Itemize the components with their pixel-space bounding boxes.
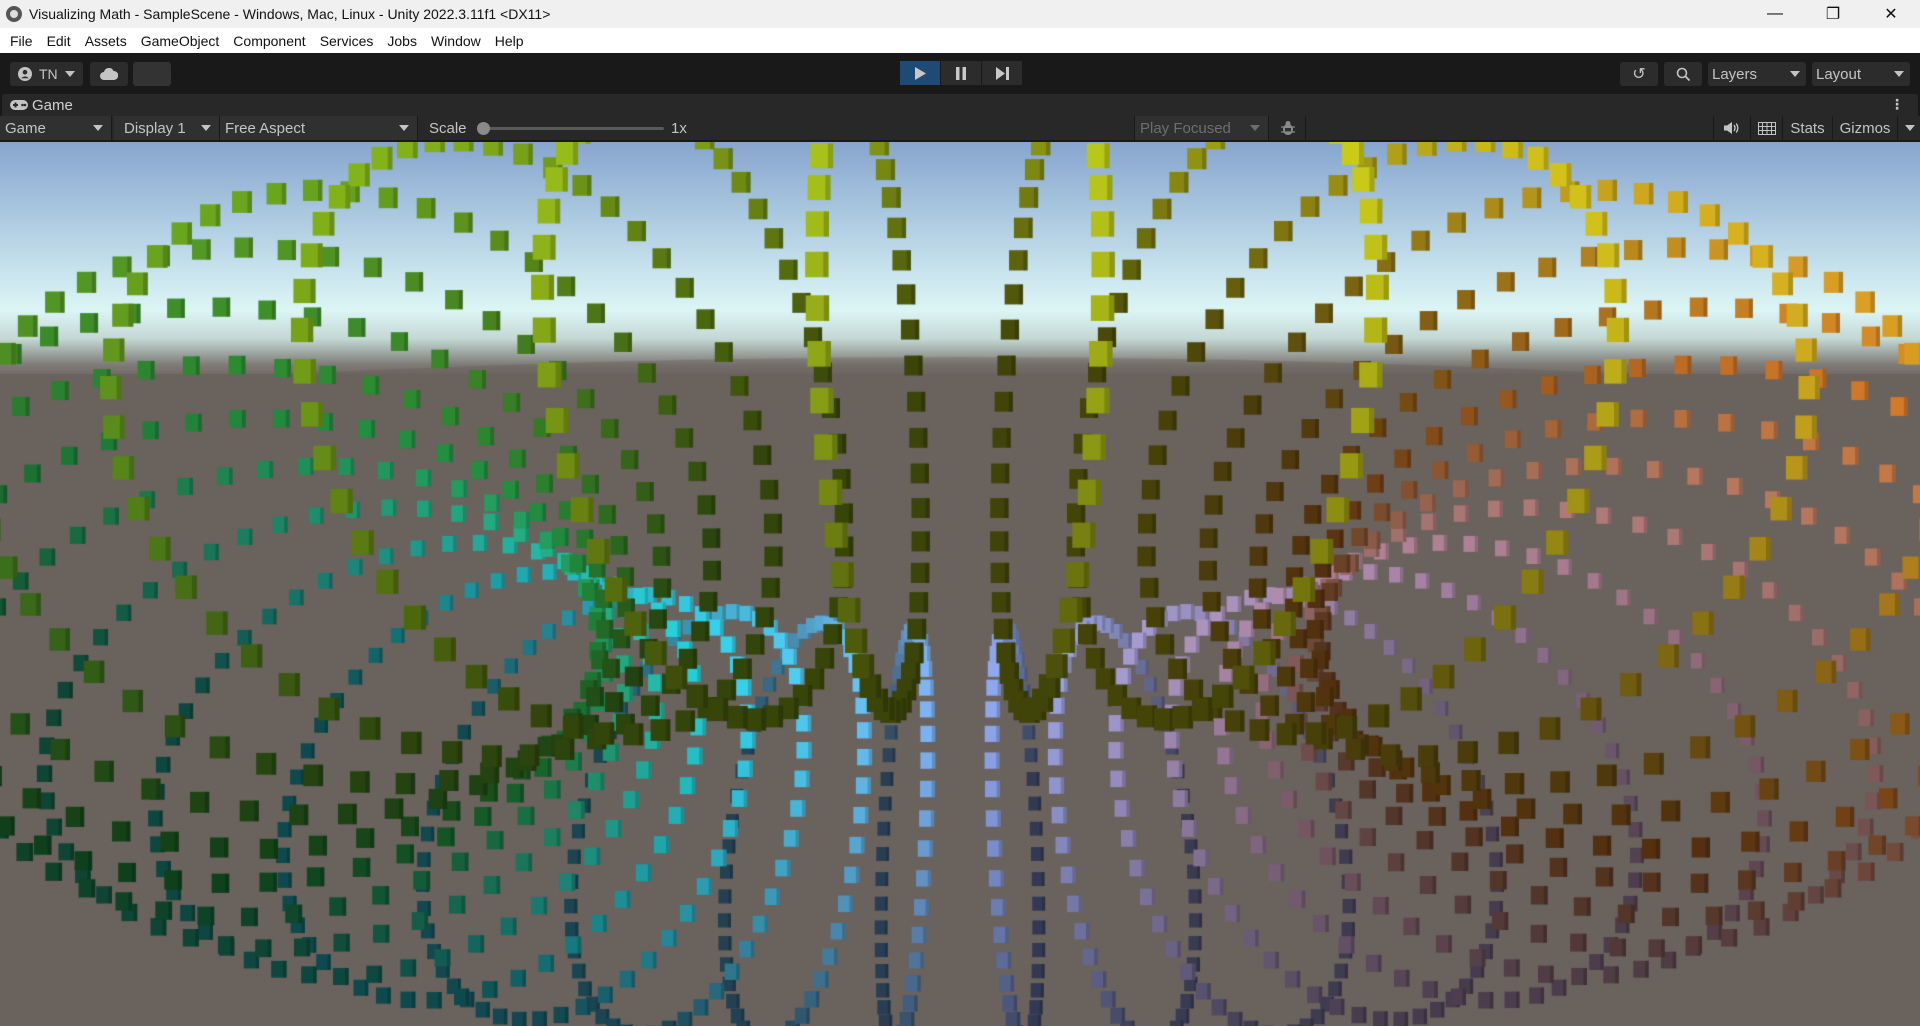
close-button[interactable]: ✕ <box>1862 0 1920 28</box>
cloud-icon <box>100 68 118 80</box>
gamepad-icon <box>10 100 28 110</box>
history-icon: ↺ <box>1632 66 1646 83</box>
scale-value: 1x <box>671 119 687 137</box>
scale-label: Scale <box>429 119 467 137</box>
bug-icon <box>1280 121 1295 135</box>
cloud-button[interactable] <box>90 62 128 86</box>
tab-menu-icon[interactable]: ⋮ <box>1890 96 1904 112</box>
right-toolbar: ↺ Layers Layout <box>1614 62 1910 86</box>
grid-toggle-button[interactable] <box>1750 116 1782 140</box>
game-render-canvas[interactable] <box>0 142 1920 1026</box>
layout-label: Layout <box>1816 65 1862 83</box>
user-circle-icon <box>18 67 32 81</box>
menu-file[interactable]: File <box>4 33 39 49</box>
minimize-button[interactable]: — <box>1746 0 1804 28</box>
mute-audio-button[interactable] <box>1713 116 1749 140</box>
menu-edit[interactable]: Edit <box>41 33 77 49</box>
play-button[interactable] <box>900 61 940 85</box>
pause-button[interactable] <box>941 61 981 85</box>
menu-window[interactable]: Window <box>425 33 487 49</box>
play-mode-label: Play Focused <box>1140 119 1231 137</box>
keyboard-icon <box>1757 121 1776 135</box>
frame-debugger-button[interactable] <box>1270 116 1306 140</box>
stats-label: Stats <box>1790 119 1825 137</box>
scale-slider-handle[interactable] <box>477 122 490 135</box>
window-title: Visualizing Math - SampleScene - Windows… <box>29 6 551 22</box>
account-dropdown[interactable]: TN <box>10 62 83 86</box>
layers-label: Layers <box>1712 65 1758 83</box>
menu-jobs[interactable]: Jobs <box>381 33 423 49</box>
view-select-dropdown[interactable]: Game <box>0 116 112 140</box>
view-select-label: Game <box>5 119 46 137</box>
play-mode-dropdown[interactable]: Play Focused <box>1134 116 1269 140</box>
tab-bar: Game ⋮ <box>0 92 1920 116</box>
chevron-down-icon <box>64 71 75 77</box>
menu-assets[interactable]: Assets <box>79 33 133 49</box>
game-view[interactable] <box>0 142 1920 1026</box>
chevron-down-icon <box>1905 125 1915 131</box>
chevron-down-icon <box>1790 71 1800 77</box>
account-label: TN <box>39 66 58 82</box>
menu-gameobject[interactable]: GameObject <box>135 33 226 49</box>
stats-button[interactable]: Stats <box>1782 116 1832 140</box>
play-controls <box>900 61 1023 85</box>
chevron-down-icon <box>93 125 103 131</box>
game-view-toolbar: Game Display 1 Free Aspect Scale 1x Play… <box>0 116 1920 142</box>
layers-dropdown[interactable]: Layers <box>1708 62 1806 86</box>
play-icon <box>915 66 926 80</box>
menu-component[interactable]: Component <box>227 33 311 49</box>
chevron-down-icon <box>399 125 409 131</box>
tab-game[interactable]: Game <box>2 94 1918 116</box>
unity-logo-icon <box>6 6 22 22</box>
search-button[interactable] <box>1664 62 1702 86</box>
chevron-down-icon <box>1250 125 1260 131</box>
aspect-dropdown[interactable]: Free Aspect <box>220 116 418 140</box>
step-button[interactable] <box>982 61 1022 85</box>
scale-slider[interactable] <box>484 127 664 130</box>
title-bar: Visualizing Math - SampleScene - Windows… <box>0 0 1920 28</box>
menu-bar: File Edit Assets GameObject Component Se… <box>0 28 1920 53</box>
search-icon <box>1676 67 1690 81</box>
step-icon <box>995 66 1009 80</box>
undo-history-button[interactable]: ↺ <box>1620 62 1658 86</box>
gizmos-label: Gizmos <box>1839 119 1891 137</box>
gizmos-button[interactable]: Gizmos <box>1832 116 1898 140</box>
menu-services[interactable]: Services <box>314 33 380 49</box>
layout-dropdown[interactable]: Layout <box>1812 62 1910 86</box>
chevron-down-icon <box>201 125 211 131</box>
pause-icon <box>956 66 966 80</box>
menu-help[interactable]: Help <box>489 33 530 49</box>
collab-button[interactable] <box>133 62 171 86</box>
chevron-down-icon <box>1894 71 1904 77</box>
restore-button[interactable]: ❐ <box>1804 0 1862 28</box>
display-dropdown[interactable]: Display 1 <box>114 116 220 140</box>
aspect-label: Free Aspect <box>225 119 306 137</box>
gizmos-dropdown[interactable] <box>1900 116 1920 140</box>
speaker-icon <box>1723 122 1738 134</box>
display-label: Display 1 <box>124 119 186 137</box>
tab-game-label: Game <box>32 96 73 114</box>
